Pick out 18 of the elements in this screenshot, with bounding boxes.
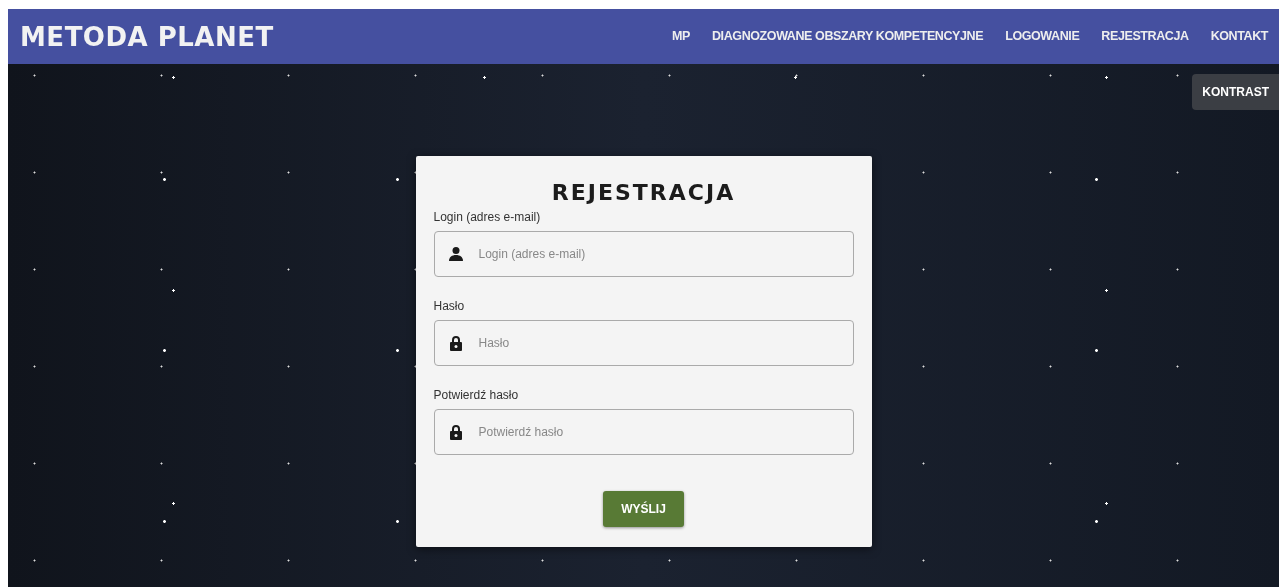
user-icon [447, 246, 464, 263]
submit-button[interactable]: WYŚLIJ [603, 491, 684, 528]
password-field[interactable]: Hasło [433, 320, 854, 367]
site-logo[interactable]: METODA PLANET [20, 23, 274, 50]
field-label: Potwierdź hasło [433, 387, 520, 405]
form-title: REJESTRACJA [551, 180, 736, 207]
lock-icon [447, 335, 464, 352]
nav-link[interactable]: KONTAKT [1199, 27, 1279, 46]
field-label: Login (adres e-mail) [433, 209, 542, 227]
lock-icon [447, 424, 464, 441]
nav-link[interactable]: REJESTRACJA [1090, 27, 1200, 46]
nav-link[interactable]: MP [661, 27, 701, 46]
password-field[interactable]: Potwierdź hasło [433, 409, 854, 456]
email-field[interactable]: Login (adres e-mail) [433, 231, 854, 278]
field-label: Hasło [433, 298, 466, 316]
contrast-button[interactable]: KONTRAST [1192, 74, 1279, 110]
nav-link[interactable]: LOGOWANIE [994, 27, 1091, 46]
nav-link[interactable]: DIAGNOZOWANE OBSZARY KOMPETENCYJNE [701, 27, 995, 46]
